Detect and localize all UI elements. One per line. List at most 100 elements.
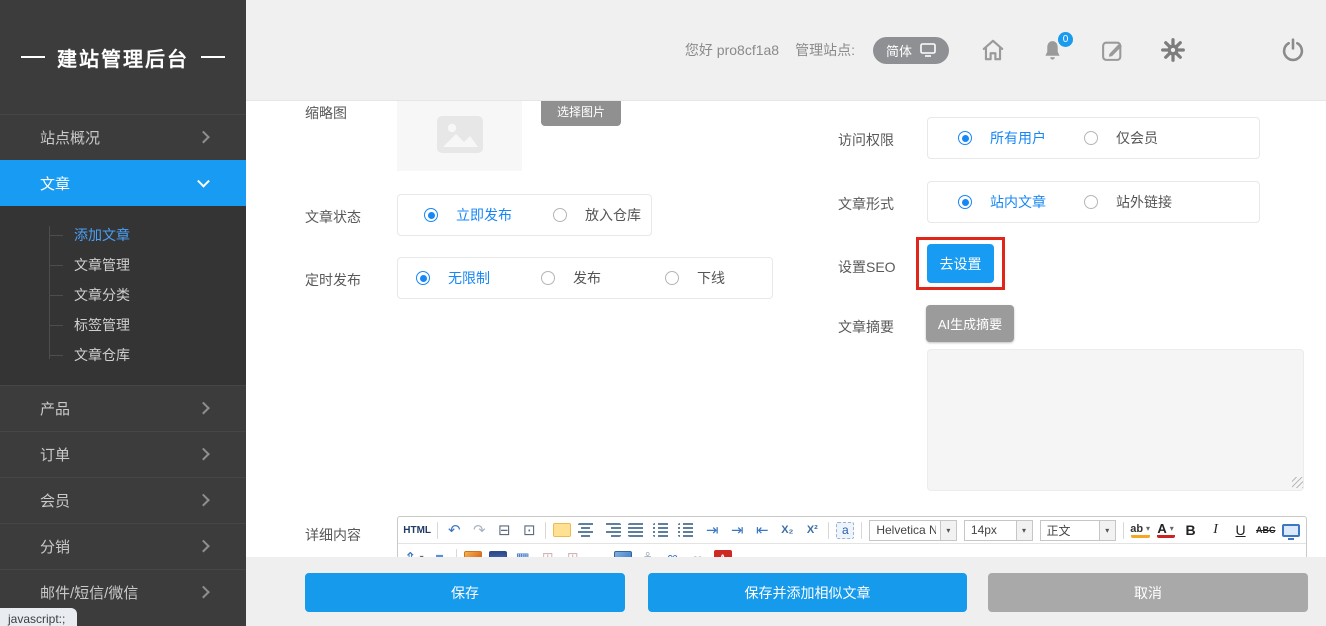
redo-icon[interactable]: ↷ xyxy=(470,520,488,540)
radio-all-users[interactable]: 所有用户 xyxy=(958,118,1046,158)
power-icon[interactable] xyxy=(1279,37,1306,64)
unlink-icon[interactable]: ∞ xyxy=(689,548,707,558)
sidebar-item-distribution[interactable]: 分销 xyxy=(0,523,246,569)
radio-icon xyxy=(416,271,430,285)
toolbar-separator xyxy=(456,549,457,557)
thumbnail-label: 缩略图 xyxy=(305,103,347,123)
radio-offline-time[interactable]: 下线 xyxy=(665,258,725,298)
apps-grid-icon[interactable] xyxy=(1219,37,1246,64)
radio-publish-time[interactable]: 发布 xyxy=(541,258,601,298)
insert-column-icon[interactable]: ⊞ xyxy=(564,548,582,558)
access-permission-label: 访问权限 xyxy=(838,130,894,150)
seo-settings-button[interactable]: 去设置 xyxy=(927,244,994,283)
logo-dash-right xyxy=(201,56,225,58)
home-icon[interactable] xyxy=(979,37,1006,64)
cancel-button[interactable]: 取消 xyxy=(988,573,1308,612)
sidebar-item-articles[interactable]: 文章 xyxy=(0,160,246,206)
font-color-icon[interactable]: A xyxy=(1157,522,1175,538)
header-icon-group: 0 xyxy=(979,37,1306,64)
bold-icon[interactable]: B xyxy=(1182,520,1200,540)
insert-row-icon[interactable]: ⊞ xyxy=(539,548,557,558)
chevron-right-icon xyxy=(197,539,210,552)
radio-put-in-warehouse[interactable]: 放入仓库 xyxy=(553,195,641,235)
html-source-button[interactable]: HTML xyxy=(404,520,430,540)
undo-icon[interactable]: ↶ xyxy=(445,520,463,540)
radio-publish-now[interactable]: 立即发布 xyxy=(424,195,512,235)
link-icon[interactable]: ∞ xyxy=(664,548,682,558)
sidebar-item-label: 站点概况 xyxy=(40,127,100,148)
superscript-icon[interactable]: X² xyxy=(803,520,821,540)
sidebar-item-products[interactable]: 产品 xyxy=(0,385,246,431)
chevron-right-icon xyxy=(197,130,210,143)
align-center-icon[interactable] xyxy=(578,523,596,537)
sidebar-item-label: 会员 xyxy=(40,490,70,511)
font-family-select[interactable]: Helvetica N▾ xyxy=(869,520,957,541)
subscript-icon[interactable]: X₂ xyxy=(778,520,796,540)
paste-plain-icon[interactable]: ⊡ xyxy=(520,520,538,540)
app-logo-title: 建站管理后台 xyxy=(57,43,189,72)
sidebar-item-orders[interactable]: 订单 xyxy=(0,431,246,477)
italic-icon[interactable]: I xyxy=(1207,520,1225,540)
sidebar-item-members[interactable]: 会员 xyxy=(0,477,246,523)
radio-icon xyxy=(424,208,438,222)
strikethrough-icon[interactable]: ABC xyxy=(1257,520,1275,540)
sidebar-subitem-add-article[interactable]: 添加文章 xyxy=(0,220,246,250)
sidebar-subitem-article-categories[interactable]: 文章分类 xyxy=(0,280,246,310)
select-arrow-icon[interactable]: ▾ xyxy=(940,521,956,540)
align-justify-icon[interactable] xyxy=(628,523,646,537)
chevron-down-icon xyxy=(197,174,210,187)
unordered-list-icon[interactable] xyxy=(678,523,696,537)
anchor-icon[interactable]: a xyxy=(836,522,854,539)
chevron-right-icon xyxy=(197,447,210,460)
align-left-icon[interactable] xyxy=(553,523,571,537)
browser-status-hint: javascript:; xyxy=(0,608,77,626)
underline-icon[interactable]: U xyxy=(1232,520,1250,540)
select-arrow-icon[interactable]: ▾ xyxy=(1099,521,1115,540)
sidebar-item-site-overview[interactable]: 站点概况 xyxy=(0,114,246,160)
word-import-icon[interactable]: A xyxy=(714,550,732,557)
language-pill-label: 简体 xyxy=(886,41,912,60)
article-summary-textarea[interactable] xyxy=(927,349,1304,491)
gear-icon[interactable] xyxy=(1159,37,1186,64)
chevron-right-icon xyxy=(197,585,210,598)
radio-icon xyxy=(1084,195,1098,209)
paragraph-format-select[interactable]: 正文▾ xyxy=(1040,520,1116,541)
indent-first-line-icon[interactable]: ⇥ xyxy=(703,520,721,540)
header-right-group: 您好 pro8cf1a8 管理站点: 简体 0 xyxy=(685,0,1306,100)
highlight-color-icon[interactable]: ab xyxy=(1131,522,1150,538)
horizontal-rule-icon[interactable]: — xyxy=(589,548,607,558)
save-button[interactable]: 保存 xyxy=(305,573,625,612)
radio-members-only[interactable]: 仅会员 xyxy=(1084,118,1158,158)
annotation-highlight-box: 去设置 xyxy=(916,237,1005,290)
radio-no-limit[interactable]: 无限制 xyxy=(416,258,490,298)
save-and-add-similar-button[interactable]: 保存并添加相似文章 xyxy=(648,573,967,612)
outdent-icon[interactable]: ⇤ xyxy=(753,520,771,540)
toolbar-separator xyxy=(861,522,862,539)
sidebar-subitem-article-management[interactable]: 文章管理 xyxy=(0,250,246,280)
detail-content-label: 详细内容 xyxy=(305,525,361,545)
align-right-icon[interactable] xyxy=(603,523,621,537)
radio-onsite-article[interactable]: 站内文章 xyxy=(958,182,1046,222)
insert-table-icon[interactable]: ▦ xyxy=(514,548,532,558)
compose-icon[interactable] xyxy=(1099,37,1126,64)
indent-icon[interactable]: ⇥ xyxy=(728,520,746,540)
line-height-icon[interactable]: ⇕ xyxy=(404,548,424,558)
remove-format-icon[interactable]: ◆ xyxy=(426,544,453,557)
bell-icon[interactable]: 0 xyxy=(1039,37,1066,64)
sidebar-subitem-tag-management[interactable]: 标签管理 xyxy=(0,310,246,340)
select-arrow-icon[interactable]: ▾ xyxy=(1016,521,1032,540)
language-preview-pill[interactable]: 简体 xyxy=(873,37,949,64)
print-icon[interactable]: ⊟ xyxy=(495,520,513,540)
fullscreen-icon[interactable] xyxy=(1282,524,1300,537)
article-form-options: 站内文章 站外链接 xyxy=(927,181,1260,223)
thumbnail-placeholder[interactable] xyxy=(397,100,522,171)
scheduled-publish-label: 定时发布 xyxy=(305,270,361,290)
choose-image-button[interactable]: 选择图片 xyxy=(541,100,621,126)
anchor-link-icon[interactable]: ⚓ xyxy=(639,548,657,558)
radio-external-link[interactable]: 站外链接 xyxy=(1084,182,1172,222)
font-size-select[interactable]: 14px▾ xyxy=(964,520,1033,541)
sidebar-item-label: 订单 xyxy=(40,444,70,465)
ordered-list-icon[interactable] xyxy=(653,523,671,537)
ai-generate-summary-button[interactable]: AI生成摘要 xyxy=(926,305,1014,342)
sidebar-subitem-article-warehouse[interactable]: 文章仓库 xyxy=(0,340,246,370)
